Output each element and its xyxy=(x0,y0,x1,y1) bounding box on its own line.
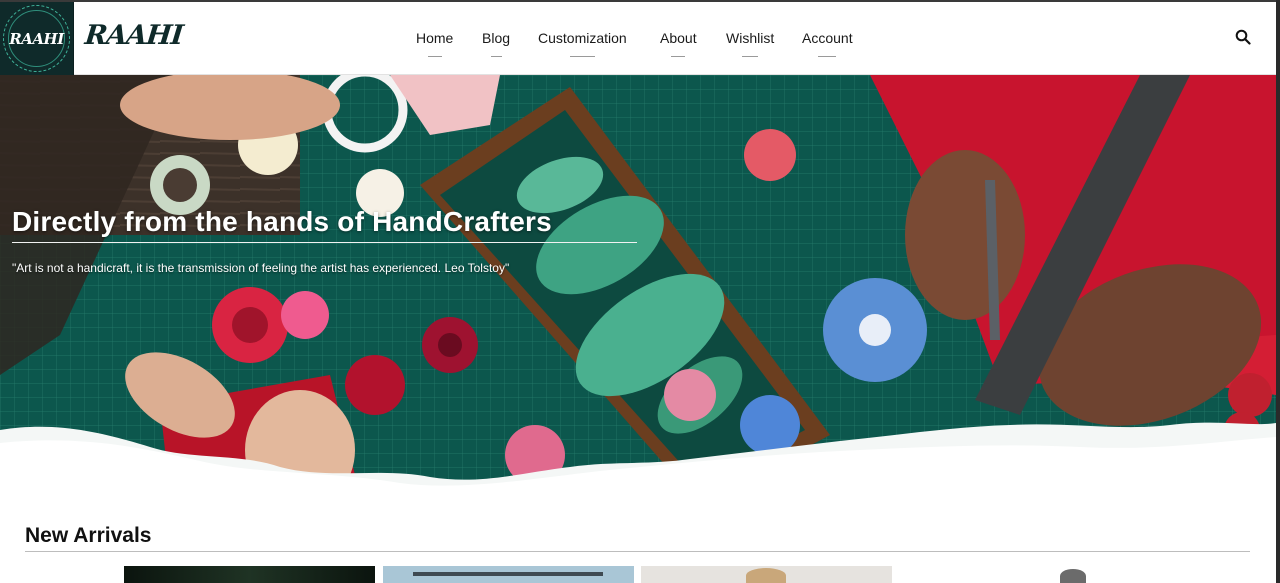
main-nav: Home Blog Customization About Wishlist A… xyxy=(0,30,1280,70)
product-thumbnail xyxy=(1060,569,1086,583)
nav-item-home[interactable]: Home xyxy=(416,30,453,57)
site-header: RAAHI RAAHI Home Blog Customization Abou… xyxy=(0,0,1280,75)
nav-item-label: Account xyxy=(802,30,853,46)
nav-item-about[interactable]: About xyxy=(660,30,697,57)
nav-item-label: About xyxy=(660,30,697,46)
nav-item-wishlist[interactable]: Wishlist xyxy=(726,30,774,57)
product-card[interactable] xyxy=(383,566,634,583)
nav-underline xyxy=(490,56,502,57)
hero-divider xyxy=(12,242,637,243)
product-card[interactable] xyxy=(124,566,375,583)
product-card[interactable] xyxy=(641,566,892,583)
nav-item-label: Customization xyxy=(538,30,627,46)
nav-item-customization[interactable]: Customization xyxy=(538,30,627,57)
nav-item-label: Blog xyxy=(482,30,511,46)
nav-underline xyxy=(818,56,837,57)
hero-banner: Directly from the hands of HandCrafters … xyxy=(0,75,1276,495)
section-divider xyxy=(25,551,1250,552)
window-edge xyxy=(1276,0,1280,583)
search-icon xyxy=(1235,29,1251,45)
nav-underline xyxy=(671,56,686,57)
nav-underline xyxy=(742,56,759,57)
product-thumbnail xyxy=(413,572,603,576)
nav-underline xyxy=(569,56,595,57)
nav-underline xyxy=(427,56,442,57)
product-thumbnail xyxy=(124,566,375,583)
product-thumbnail xyxy=(746,568,786,583)
nav-item-account[interactable]: Account xyxy=(802,30,853,57)
nav-item-label: Home xyxy=(416,30,454,46)
new-arrivals-title: New Arrivals xyxy=(25,524,152,547)
hero-title: Directly from the hands of HandCrafters xyxy=(12,206,552,237)
nav-item-label: Wishlist xyxy=(726,30,775,46)
hero-image xyxy=(0,75,1276,495)
search-button[interactable] xyxy=(1235,29,1251,45)
hero-quote: "Art is not a handicraft, it is the tran… xyxy=(12,261,510,275)
nav-item-blog[interactable]: Blog xyxy=(482,30,510,57)
product-card[interactable] xyxy=(900,566,1151,583)
